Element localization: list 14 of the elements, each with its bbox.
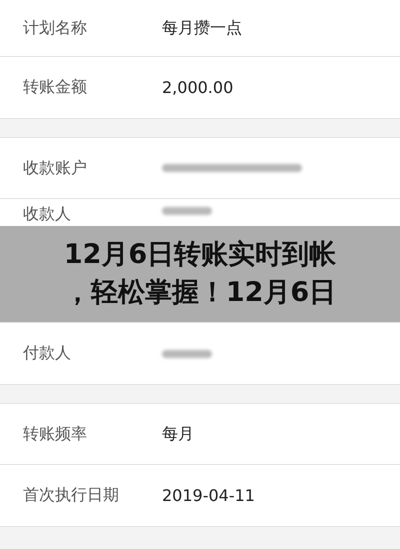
banner-text: 12月6日转账实时到帐 [64, 238, 336, 272]
field-value: 2019-04-11 [162, 486, 255, 505]
field-label: 计划名称 [23, 18, 88, 38]
field-value: 每月攒一点 [162, 18, 242, 38]
field-label: 转账频率 [23, 424, 88, 444]
field-label: 收款账户 [23, 158, 88, 178]
field-label: 收款人 [23, 204, 72, 225]
field-label: 首次执行日期 [23, 485, 120, 506]
field-label: 转账金额 [23, 77, 88, 98]
redacted-smudge [162, 204, 212, 218]
banner-text: ，轻松掌握！12月6日 [64, 276, 336, 310]
field-value: 每月 [162, 424, 194, 444]
field-value: 2,000.00 [162, 78, 234, 97]
field-label: 付款人 [23, 343, 72, 364]
